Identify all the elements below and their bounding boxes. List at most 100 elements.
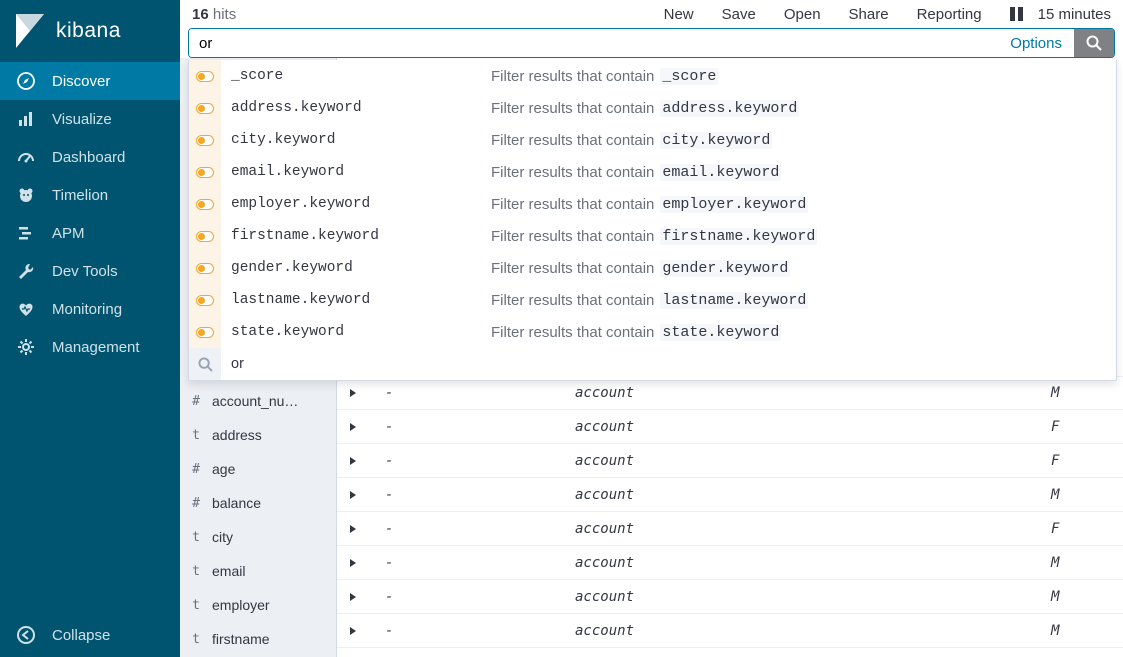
collapse-button[interactable]: Collapse (0, 613, 180, 657)
autocomplete-item[interactable]: state.keywordFilter results that contain… (189, 316, 1116, 348)
time-picker[interactable]: 15 minutes (1038, 6, 1111, 23)
result-row[interactable]: -accountM (337, 614, 1123, 648)
autocomplete-item[interactable]: employer.keywordFilter results that cont… (189, 188, 1116, 220)
field-item[interactable]: tfirstname (180, 622, 336, 656)
field-name: address (212, 427, 262, 443)
wrench-icon (16, 261, 36, 281)
field-name: account_nu… (212, 393, 298, 409)
field-item[interactable]: taddress (180, 418, 336, 452)
sidebar-item-timelion[interactable]: Timelion (0, 176, 180, 214)
cell-gender: M (1051, 555, 1111, 571)
share-action[interactable]: Share (849, 6, 889, 23)
save-action[interactable]: Save (722, 6, 756, 23)
autocomplete-item[interactable]: address.keywordFilter results that conta… (189, 92, 1116, 124)
result-row[interactable]: -accountM (337, 580, 1123, 614)
result-row[interactable]: -accountM (337, 478, 1123, 512)
gear-icon (16, 337, 36, 357)
logo[interactable]: kibana (0, 0, 180, 62)
field-item[interactable]: # account_nu… (180, 384, 336, 418)
search-bar: Options (188, 28, 1115, 58)
autocomplete-item[interactable]: email.keywordFilter results that contain… (189, 156, 1116, 188)
cell-index: account (575, 521, 1051, 537)
field-name: email (212, 563, 245, 579)
autocomplete-item[interactable]: lastname.keywordFilter results that cont… (189, 284, 1116, 316)
collapse-label: Collapse (52, 627, 110, 644)
collapse-icon (16, 625, 36, 645)
search-options-link[interactable]: Options (998, 29, 1074, 57)
autocomplete-recent[interactable]: or (189, 348, 1116, 380)
new-action[interactable]: New (664, 6, 694, 23)
toggle-pill-icon (189, 284, 221, 316)
sidebar-item-visualize[interactable]: Visualize (0, 100, 180, 138)
result-row[interactable]: -accountM (337, 546, 1123, 580)
expand-caret-icon[interactable] (349, 558, 365, 568)
cell-index: account (575, 487, 1051, 503)
hits-label: hits (213, 6, 236, 23)
sidebar-item-monitoring[interactable]: Monitoring (0, 290, 180, 328)
toggle-pill-icon (189, 92, 221, 124)
sidebar-item-apm[interactable]: APM (0, 214, 180, 252)
cell-gender: M (1051, 623, 1111, 639)
toggle-pill-icon (189, 316, 221, 348)
cell-gender: M (1051, 589, 1111, 605)
autocomplete-field: city.keyword (221, 132, 491, 148)
autocomplete-field: address.keyword (221, 100, 491, 116)
expand-caret-icon[interactable] (349, 592, 365, 602)
autocomplete-item[interactable]: gender.keywordFilter results that contai… (189, 252, 1116, 284)
field-item[interactable]: tcity (180, 520, 336, 554)
autocomplete-field: employer.keyword (221, 196, 491, 212)
expand-caret-icon[interactable] (349, 524, 365, 534)
result-row[interactable]: -accountF (337, 512, 1123, 546)
cell-index: account (575, 555, 1051, 571)
sidebar-item-label: Timelion (52, 187, 108, 204)
sidebar-item-discover[interactable]: Discover (0, 62, 180, 100)
autocomplete-item[interactable]: _scoreFilter results that contain _score (189, 60, 1116, 92)
expand-caret-icon[interactable] (349, 490, 365, 500)
field-type-icon: # (190, 496, 202, 511)
field-item[interactable]: temail (180, 554, 336, 588)
bear-icon (16, 185, 36, 205)
cell-index: account (575, 589, 1051, 605)
autocomplete-field: lastname.keyword (221, 292, 491, 308)
field-item[interactable]: temployer (180, 588, 336, 622)
expand-caret-icon[interactable] (349, 388, 365, 398)
expand-caret-icon[interactable] (349, 626, 365, 636)
sidebar-item-label: Dev Tools (52, 263, 118, 280)
reporting-action[interactable]: Reporting (917, 6, 982, 23)
toggle-pill-icon (189, 156, 221, 188)
autocomplete-description: Filter results that contain lastname.key… (491, 292, 808, 309)
open-action[interactable]: Open (784, 6, 821, 23)
heartbeat-icon (16, 299, 36, 319)
search-input[interactable] (189, 29, 998, 57)
sidebar-item-management[interactable]: Management (0, 328, 180, 366)
topbar: 16 hits New Save Open Share Reporting 15 min… (180, 0, 1123, 28)
result-row[interactable]: -accountM (337, 376, 1123, 410)
field-item[interactable]: #age (180, 452, 336, 486)
sidebar-item-dev-tools[interactable]: Dev Tools (0, 252, 180, 290)
nav: Discover Visualize Dashboard Timelion APM Dev… (0, 62, 180, 613)
search-button[interactable] (1074, 29, 1114, 57)
autocomplete-item[interactable]: firstname.keywordFilter results that con… (189, 220, 1116, 252)
field-item[interactable]: #balance (180, 486, 336, 520)
hits-count: 16 (192, 6, 209, 23)
autocomplete-recent-text: or (221, 356, 491, 372)
cell-index: account (575, 623, 1051, 639)
bar-chart-icon (16, 109, 36, 129)
autocomplete-field: gender.keyword (221, 260, 491, 276)
result-row[interactable]: -accountF (337, 444, 1123, 478)
autocomplete-item[interactable]: city.keywordFilter results that contain … (189, 124, 1116, 156)
expand-caret-icon[interactable] (349, 456, 365, 466)
field-type-icon: # (190, 394, 202, 409)
sidebar-item-label: Visualize (52, 111, 112, 128)
result-row[interactable]: -accountF (337, 410, 1123, 444)
kibana-logo-icon (16, 14, 44, 48)
compass-icon (16, 71, 36, 91)
hits-counter: 16 hits (192, 6, 650, 23)
pause-button[interactable] (1010, 7, 1024, 21)
sidebar-item-dashboard[interactable]: Dashboard (0, 138, 180, 176)
autocomplete-field: email.keyword (221, 164, 491, 180)
toggle-pill-icon (189, 60, 221, 92)
field-name: firstname (212, 631, 270, 647)
expand-caret-icon[interactable] (349, 422, 365, 432)
autocomplete-description: Filter results that contain gender.keywo… (491, 260, 790, 277)
